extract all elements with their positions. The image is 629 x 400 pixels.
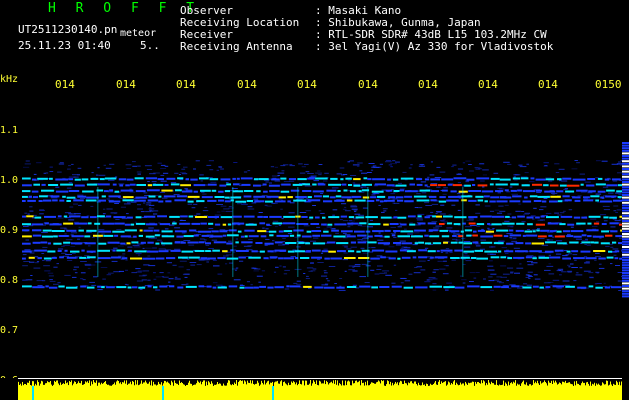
freq-tick-label: 0.9: [0, 225, 19, 236]
app-brand: H R O F F T: [48, 1, 201, 16]
freq-tick-label: 1.0: [0, 175, 19, 186]
time-tick-label: 014: [478, 78, 498, 91]
freq-tick-label: 1.1: [0, 125, 19, 136]
time-tick-label: 014: [418, 78, 438, 91]
time-tick-label: 014: [116, 78, 136, 91]
time-tick-label: 014: [297, 78, 317, 91]
time-tick-label: 014: [358, 78, 378, 91]
time-tick-label: 014: [55, 78, 75, 91]
info-row: Receiving Antenna : 3el Yagi(V) Az 330 fo…: [180, 41, 553, 53]
time-tick-label: 014: [237, 78, 257, 91]
freq-tick-label: 0.7: [0, 325, 19, 336]
station-info: Observer: Masaki Kano Receiving Location…: [180, 5, 553, 53]
info-key: Receiving Antenna: [180, 40, 293, 53]
freq-tick-label: 0.8: [0, 275, 19, 286]
power-bar: [0, 378, 629, 400]
page-indicator: 5..: [140, 39, 160, 52]
date-time: 25.11.23 01:40: [18, 39, 111, 52]
spectrogram-plot: [22, 92, 622, 382]
time-tick-label: 014: [176, 78, 196, 91]
plot-background: [22, 92, 622, 382]
time-tick-label: 014: [538, 78, 558, 91]
time-tick-label: 0150: [595, 78, 622, 91]
info-value: : 3el Yagi(V) Az 330 for Vladivostok: [315, 40, 554, 53]
level-scale: [622, 142, 629, 298]
file-name: UT2511230140.pn: [18, 23, 118, 36]
